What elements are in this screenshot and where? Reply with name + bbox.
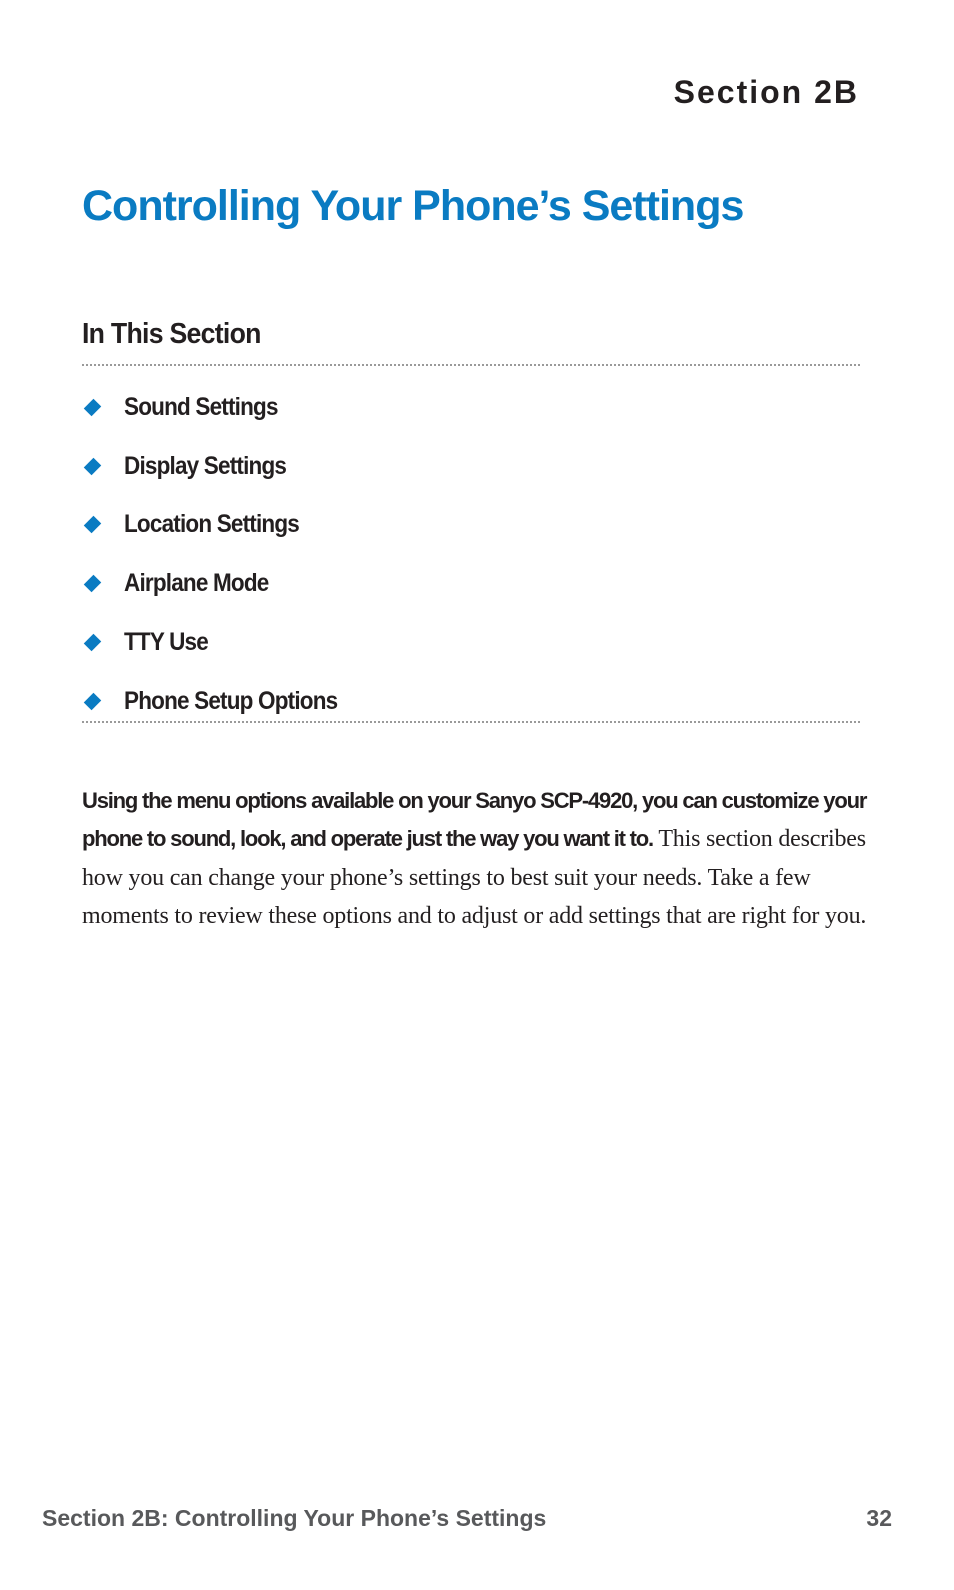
diamond-bullet-icon (83, 633, 102, 652)
toc-item-location-settings[interactable]: Location Settings (82, 496, 361, 555)
toc-item-display-settings[interactable]: Display Settings (82, 437, 361, 496)
page-title: Controlling Your Phone’s Settings (82, 182, 744, 230)
dotted-divider-bottom (82, 721, 860, 723)
diamond-bullet-icon (83, 457, 102, 475)
diamond-bullet-icon (83, 692, 102, 711)
diamond-bullet-icon (83, 575, 102, 593)
footer-page-number: 32 (866, 1505, 892, 1531)
toc-item-label[interactable]: Sound Settings (124, 393, 278, 422)
section-contents-list: Sound Settings Display Settings Location… (82, 378, 361, 731)
toc-item-label[interactable]: Phone Setup Options (124, 687, 338, 716)
toc-item-label[interactable]: Display Settings (124, 452, 287, 481)
diamond-bullet-icon (83, 516, 102, 534)
toc-item-label[interactable]: Airplane Mode (124, 569, 269, 598)
toc-item-sound-settings[interactable]: Sound Settings (82, 378, 361, 437)
in-this-section-heading: In This Section (82, 318, 261, 350)
intro-paragraph: Using the menu options available on your… (82, 782, 882, 936)
toc-item-tty-use[interactable]: TTY Use (82, 613, 361, 672)
dotted-divider-top (82, 364, 860, 366)
diamond-bullet-icon (83, 398, 102, 417)
toc-item-airplane-mode[interactable]: Airplane Mode (82, 554, 361, 613)
toc-item-label[interactable]: TTY Use (124, 628, 209, 657)
section-label: Section 2B (673, 74, 859, 110)
footer-running-title: Section 2B: Controlling Your Phone’s Set… (42, 1505, 547, 1531)
toc-item-label[interactable]: Location Settings (124, 510, 300, 539)
